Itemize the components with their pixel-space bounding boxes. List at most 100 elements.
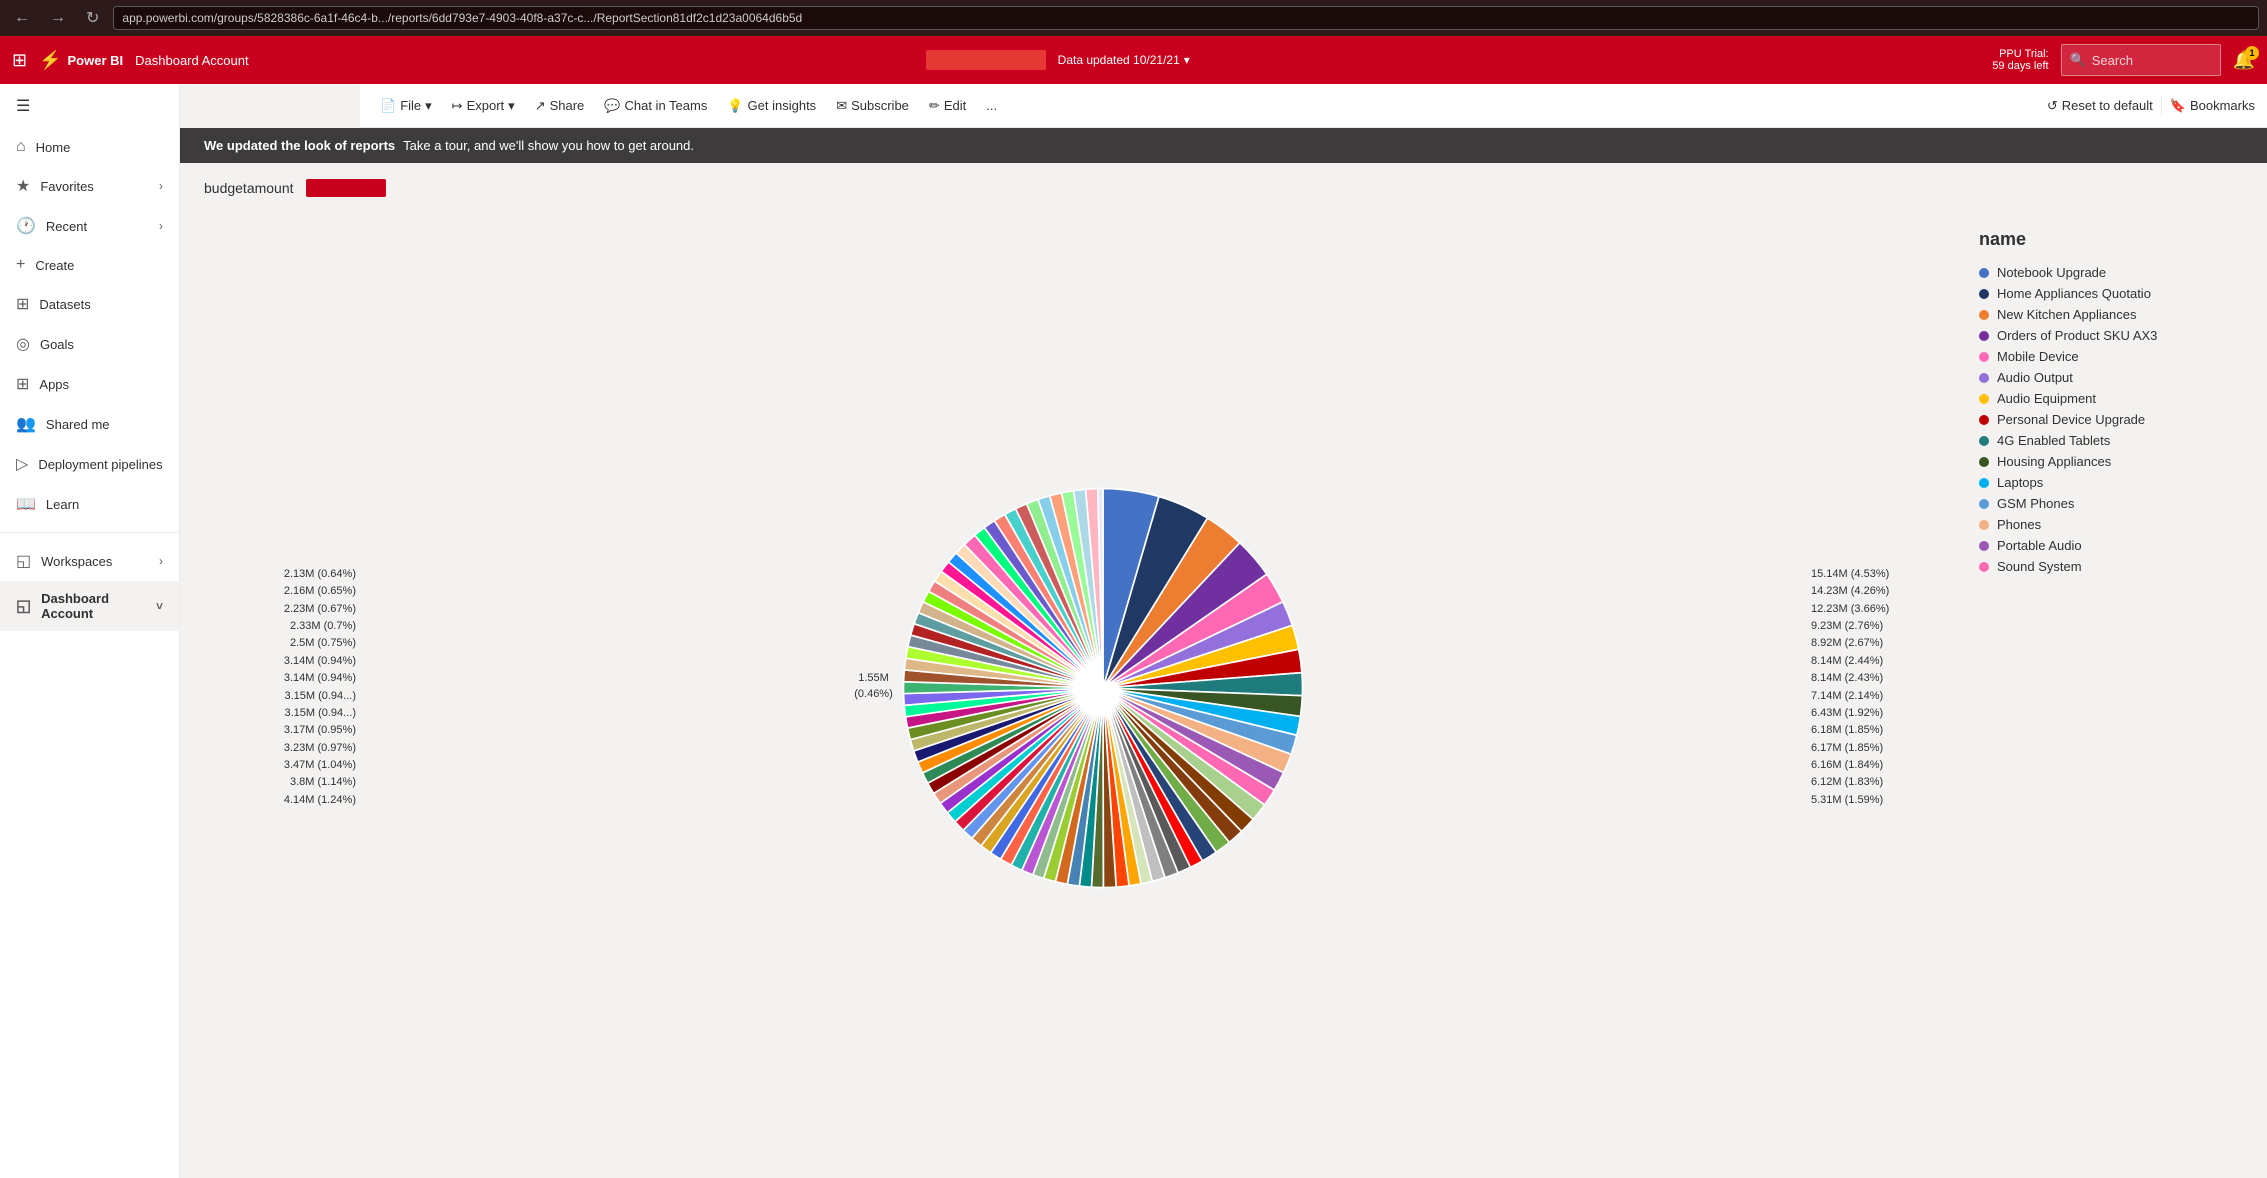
- export-menu[interactable]: ↦ Export ▾: [444, 94, 523, 118]
- sidebar-item-label: Datasets: [39, 297, 90, 312]
- browser-chrome: ← → ↻ app.powerbi.com/groups/5828386c-6a…: [0, 0, 2267, 36]
- legend-item-label: Laptops: [1997, 475, 2043, 490]
- notification-bell[interactable]: 🔔 1: [2233, 50, 2255, 71]
- left-label: 2.13M (0.64%): [204, 567, 356, 582]
- right-label: 8.14M (2.44%): [1811, 654, 1963, 669]
- chart-area: budgetamount 2.13M (0.64%) 2.16M (0.65%)…: [180, 163, 2267, 1178]
- grid-icon[interactable]: ⊞: [12, 50, 27, 71]
- left-label: 3.15M (0.94...): [204, 706, 356, 721]
- legend-item[interactable]: Orders of Product SKU AX3: [1979, 325, 2227, 346]
- sidebar-item-label: Apps: [39, 377, 69, 392]
- toolbar: 📄 File ▾ ↦ Export ▾ ↗ Share 💬 Chat in Te…: [360, 84, 2267, 128]
- file-menu[interactable]: 📄 File ▾: [372, 94, 440, 118]
- chart-body: 2.13M (0.64%) 2.16M (0.65%) 2.23M (0.67%…: [204, 213, 2243, 1162]
- legend-item[interactable]: New Kitchen Appliances: [1979, 304, 2227, 325]
- topbar: ⊞ ⚡ Power BI Dashboard Account Data upda…: [0, 36, 2267, 84]
- right-label: 12.23M (3.66%): [1811, 602, 1963, 617]
- legend-dot: [1979, 394, 1989, 404]
- left-label: 4.14M (1.24%): [204, 793, 356, 808]
- teams-icon: 💬: [604, 98, 620, 114]
- legend-item[interactable]: Notebook Upgrade: [1979, 262, 2227, 283]
- sidebar-item-home[interactable]: ⌂ Home: [0, 128, 179, 166]
- left-label: 2.16M (0.65%): [204, 584, 356, 599]
- legend-item-label: GSM Phones: [1997, 496, 2074, 511]
- back-button[interactable]: ←: [8, 7, 36, 29]
- legend-item-label: Audio Output: [1997, 370, 2073, 385]
- deployment-icon: ▷: [16, 454, 28, 474]
- legend-dot: [1979, 541, 1989, 551]
- legend-item[interactable]: Audio Equipment: [1979, 388, 2227, 409]
- subscribe-button[interactable]: ✉ Subscribe: [828, 94, 917, 118]
- home-icon: ⌂: [16, 138, 26, 156]
- left-label: 3.23M (0.97%): [204, 741, 356, 756]
- sidebar-section-workspaces: ◱ Workspaces › ◱ Dashboard Account ˅: [0, 532, 179, 631]
- forward-button[interactable]: →: [44, 7, 72, 29]
- hamburger-menu[interactable]: ☰: [0, 84, 179, 128]
- legend-item[interactable]: Mobile Device: [1979, 346, 2227, 367]
- sidebar-item-label: Favorites: [40, 179, 93, 194]
- main-panel: 📄 File ▾ ↦ Export ▾ ↗ Share 💬 Chat in Te…: [180, 84, 2267, 1178]
- bookmarks-button[interactable]: 🔖 Bookmarks: [2170, 98, 2255, 114]
- sidebar-item-label: Recent: [46, 219, 87, 234]
- left-label: 3.14M (0.94%): [204, 671, 356, 686]
- legend-item[interactable]: Audio Output: [1979, 367, 2227, 388]
- legend-item[interactable]: Portable Audio: [1979, 535, 2227, 556]
- more-button[interactable]: ...: [978, 94, 1005, 117]
- search-box[interactable]: 🔍 Search: [2061, 44, 2221, 76]
- create-icon: +: [16, 256, 25, 274]
- legend-item[interactable]: Personal Device Upgrade: [1979, 409, 2227, 430]
- file-icon: 📄: [380, 98, 396, 114]
- sidebar-item-label: Workspaces: [41, 554, 112, 569]
- legend-item-label: Mobile Device: [1997, 349, 2079, 364]
- sidebar-item-label: Goals: [40, 337, 74, 352]
- legend-item-label: Phones: [1997, 517, 2041, 532]
- get-insights-button[interactable]: 💡 Get insights: [719, 94, 824, 118]
- right-label: 7.14M (2.14%): [1811, 689, 1963, 704]
- refresh-button[interactable]: ↻: [80, 6, 105, 30]
- chart-header: budgetamount: [204, 179, 2243, 197]
- sidebar-item-learn[interactable]: 📖 Learn: [0, 484, 179, 524]
- sidebar-item-favorites[interactable]: ★ Favorites ›: [0, 166, 179, 206]
- sidebar-item-dashboard-account[interactable]: ◱ Dashboard Account ˅: [0, 581, 179, 631]
- sidebar-item-goals[interactable]: ◎ Goals: [0, 324, 179, 364]
- legend-dot: [1979, 562, 1989, 572]
- legend-dot: [1979, 331, 1989, 341]
- edit-button[interactable]: ✏ Edit: [921, 94, 974, 118]
- sidebar-item-datasets[interactable]: ⊞ Datasets: [0, 284, 179, 324]
- legend-item[interactable]: Phones: [1979, 514, 2227, 535]
- legend-item[interactable]: Sound System: [1979, 556, 2227, 577]
- legend-item[interactable]: Home Appliances Quotatio: [1979, 283, 2227, 304]
- legend-item[interactable]: GSM Phones: [1979, 493, 2227, 514]
- chart-left-labels: 2.13M (0.64%) 2.16M (0.65%) 2.23M (0.67%…: [204, 213, 364, 1162]
- powerbi-text: Power BI: [68, 53, 124, 68]
- sidebar-item-create[interactable]: + Create: [0, 246, 179, 284]
- apps-icon: ⊞: [16, 374, 29, 394]
- legend-item[interactable]: Housing Appliances: [1979, 451, 2227, 472]
- legend-item-label: Home Appliances Quotatio: [1997, 286, 2151, 301]
- sidebar-item-label: Dashboard Account: [41, 591, 146, 621]
- workspaces-icon: ◱: [16, 551, 31, 571]
- chart-header-redbar: [306, 179, 386, 197]
- url-bar[interactable]: app.powerbi.com/groups/5828386c-6a1f-46c…: [113, 6, 2259, 30]
- sidebar-item-apps[interactable]: ⊞ Apps: [0, 364, 179, 404]
- left-label: 3.8M (1.14%): [204, 775, 356, 790]
- legend-item[interactable]: 4G Enabled Tablets: [1979, 430, 2227, 451]
- legend-title: name: [1979, 229, 2227, 250]
- chat-in-teams-button[interactable]: 💬 Chat in Teams: [596, 94, 715, 118]
- right-label: 6.43M (1.92%): [1811, 706, 1963, 721]
- sidebar-item-recent[interactable]: 🕐 Recent ›: [0, 206, 179, 246]
- legend-items: Notebook Upgrade Home Appliances Quotatio…: [1979, 262, 2227, 577]
- share-button[interactable]: ↗ Share: [527, 94, 593, 118]
- legend-dot: [1979, 268, 1989, 278]
- legend-item[interactable]: Laptops: [1979, 472, 2227, 493]
- search-icon: 🔍: [2070, 52, 2086, 68]
- legend-item-label: Housing Appliances: [1997, 454, 2111, 469]
- legend-item-label: Personal Device Upgrade: [1997, 412, 2145, 427]
- pie-chart-container: 1.55M (0.46%): [364, 213, 1803, 1162]
- reset-to-default-button[interactable]: ↺ Reset to default: [2047, 98, 2153, 114]
- sidebar-item-label: Learn: [46, 497, 79, 512]
- sidebar-item-deployment[interactable]: ▷ Deployment pipelines: [0, 444, 179, 484]
- sidebar-item-shared[interactable]: 👥 Shared me: [0, 404, 179, 444]
- sidebar-item-workspaces[interactable]: ◱ Workspaces ›: [0, 541, 179, 581]
- subscribe-icon: ✉: [836, 98, 847, 114]
